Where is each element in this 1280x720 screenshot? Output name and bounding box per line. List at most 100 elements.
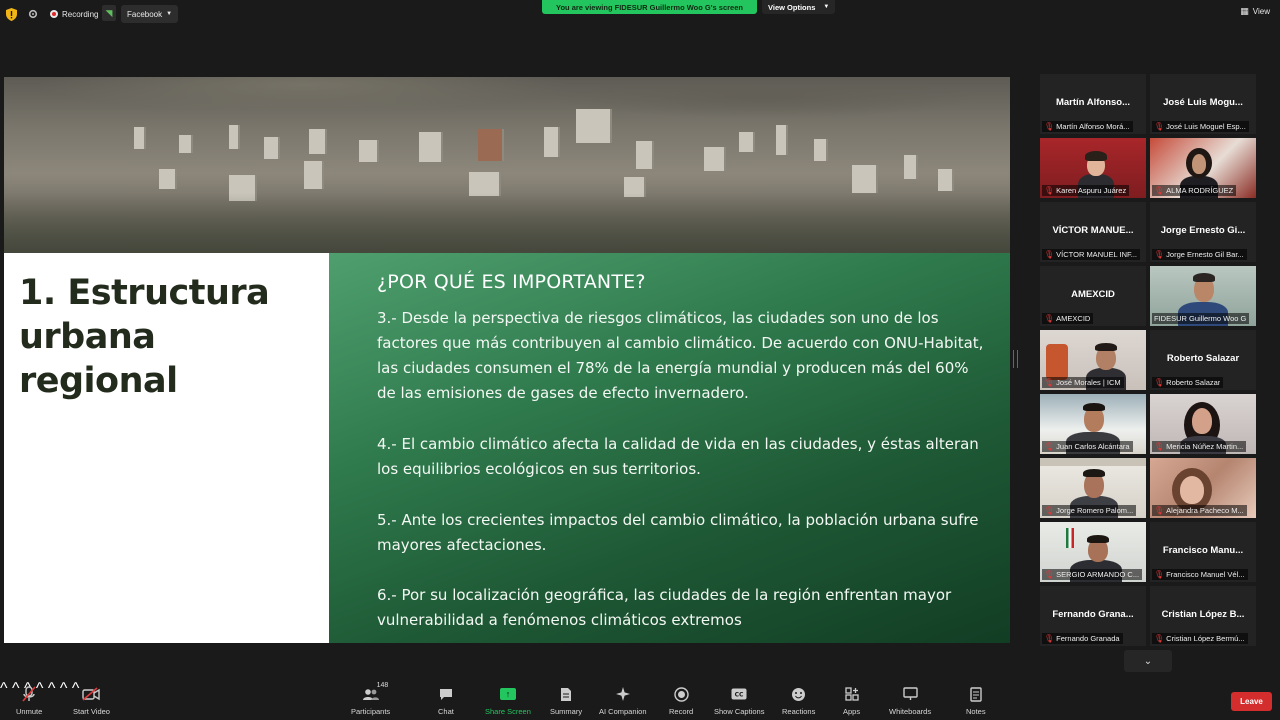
participant-label: FIDESUR Guillermo Woo G [1154, 314, 1247, 323]
participant-tile[interactable]: 🎙 Jorge Romero Palom... [1040, 458, 1146, 518]
captions-caret[interactable]: ^ [60, 680, 68, 697]
participant-label: José Luis Moguel Esp... [1166, 122, 1246, 131]
mic-muted-icon: 🎙 [1044, 250, 1055, 259]
mic-muted-icon: 🎙 [1044, 506, 1055, 515]
start-video-label: Start Video [73, 707, 110, 716]
participant-label: Juan Carlos Alcántara [1056, 442, 1130, 451]
whiteboards-button[interactable]: Whiteboards [889, 686, 931, 716]
participant-label: Jorge Ernesto Gil Bar... [1166, 250, 1244, 259]
mic-muted-icon: 🎙 [1154, 250, 1165, 259]
mic-muted-icon: 🎙 [1044, 634, 1055, 643]
participant-tile-active-speaker[interactable]: FIDESUR Guillermo Woo G [1150, 266, 1256, 326]
gallery-next-page-button[interactable]: ⌄ [1124, 650, 1172, 672]
apps-button[interactable]: Apps [843, 686, 860, 716]
leave-button[interactable]: Leave [1231, 692, 1272, 711]
unmute-label: Unmute [16, 707, 43, 716]
notes-button[interactable]: Notes [966, 686, 986, 716]
slide-title: 1. Estructura urbana regional [19, 273, 270, 401]
record-icon [50, 10, 58, 18]
record-label: Record [669, 707, 694, 716]
share-screen-button[interactable]: ↑ Share Screen [485, 686, 531, 716]
participant-name: Martín Alfonso... [1055, 97, 1131, 108]
participant-name: Roberto Salazar [1166, 353, 1240, 364]
participant-tile[interactable]: Cristian López B... 🎙 Cristian López Berm… [1150, 586, 1256, 646]
share-screen-icon: ↑ [499, 686, 516, 702]
participants-button[interactable]: 148 Participants [351, 682, 390, 716]
reactions-button[interactable]: Reactions [782, 686, 815, 716]
ai-companion-button[interactable]: AI Companion [599, 686, 647, 716]
participant-tile[interactable]: Fernando Grana... 🎙 Fernando Granada [1040, 586, 1146, 646]
participant-name: José Luis Mogu... [1163, 97, 1243, 108]
slide-paragraph: 3.- Desde la perspectiva de riesgos clim… [377, 309, 984, 402]
participant-name: AMEXCID [1071, 289, 1115, 300]
view-label: View [1252, 7, 1270, 16]
shield-icon[interactable] [6, 5, 20, 23]
unmute-button[interactable]: Unmute [16, 686, 42, 716]
participant-tile[interactable]: Francisco Manu... 🎙 Francisco Manuel Vél.… [1150, 522, 1256, 582]
participant-tile[interactable]: Roberto Salazar 🎙 Roberto Salazar [1150, 330, 1256, 390]
participant-label: Fernando Granada [1056, 634, 1120, 643]
view-options-button[interactable]: View Options ▼ [762, 0, 836, 14]
viewing-screen-banner: You are viewing FIDESUR Guillermo Woo G'… [542, 0, 757, 14]
participant-tile[interactable]: 🎙 José Morales | ICM [1040, 330, 1146, 390]
shared-screen-slide: 1. Estructura urbana regional ¿POR QUÉ E… [4, 77, 1010, 643]
participant-tile[interactable]: AMEXCID 🎙 AMEXCID [1040, 266, 1146, 326]
mic-muted-icon: 🎙 [1044, 186, 1055, 195]
slide-heading: ¿POR QUÉ ES IMPORTANTE? [377, 271, 646, 293]
participant-tile[interactable]: 🎙 Alejandra Pacheco M... [1150, 458, 1256, 518]
participant-label: Karen Aspuru Juárez [1056, 186, 1127, 195]
participant-label: Martín Alfonso Morá... [1056, 122, 1130, 131]
gear-icon[interactable] [28, 5, 40, 23]
participant-name: Francisco Manu... [1162, 545, 1244, 556]
audio-options-caret[interactable]: ^ [0, 680, 8, 697]
city-photo [4, 77, 1010, 253]
participant-tile[interactable]: 🎙 Juan Carlos Alcántara [1040, 394, 1146, 454]
mic-muted-icon: 🎙 [1044, 122, 1055, 131]
live-stream-label: Facebook [127, 9, 163, 19]
participant-label: Jorge Romero Palom... [1056, 506, 1134, 515]
share-caret[interactable]: ^ [48, 680, 56, 697]
participant-tile[interactable]: VÍCTOR MANUE... 🎙 VÍCTOR MANUEL INF... [1040, 202, 1146, 262]
mic-muted-icon: 🎙 [1044, 570, 1055, 579]
show-captions-button[interactable]: CC Show Captions [714, 686, 764, 716]
participant-tile[interactable]: Martín Alfonso... 🎙 Martín Alfonso Morá..… [1040, 74, 1146, 134]
live-stream-dropdown[interactable]: Facebook ▼ [121, 5, 179, 23]
participant-tile[interactable]: José Luis Mogu... 🎙 José Luis Moguel Esp.… [1150, 74, 1256, 134]
mic-muted-icon: 🎙 [1154, 186, 1165, 195]
apps-label: Apps [843, 707, 861, 716]
reactions-label: Reactions [782, 707, 816, 716]
participant-tile[interactable]: 🎙 ALMA RODRÍGUEZ [1150, 138, 1256, 198]
participant-tile[interactable]: 🎙 Mericia Núñez Martin... [1150, 394, 1256, 454]
mic-muted-icon: 🎙 [1044, 314, 1055, 323]
participant-name: Jorge Ernesto Gi... [1160, 225, 1246, 236]
slide-paragraph: 5.- Ante los crecientes impactos del cam… [377, 511, 979, 554]
recording-label: Recording [62, 9, 99, 19]
recording-indicator[interactable]: Recording [50, 5, 98, 23]
participant-label: Cristian López Bermú... [1166, 634, 1245, 643]
mic-muted-icon: 🎙 [1044, 378, 1055, 387]
participant-label: Roberto Salazar [1166, 378, 1221, 387]
chat-button[interactable]: Chat [438, 686, 454, 716]
resize-handle[interactable] [1013, 350, 1018, 368]
live-icon[interactable]: ◥ [102, 5, 116, 21]
notes-label: Notes [966, 707, 986, 716]
start-video-button[interactable]: Start Video [73, 686, 110, 716]
participant-tile[interactable]: 🎙 Karen Aspuru Juárez [1040, 138, 1146, 198]
whiteboards-icon [902, 686, 918, 702]
participant-tile[interactable]: 🎙 SERGIO ARMANDO C... [1040, 522, 1146, 582]
participant-label: SERGIO ARMANDO C... [1056, 570, 1140, 579]
meeting-toolbar: Unmute ^ Start Video ^ 148 Participants … [0, 680, 1280, 720]
notes-icon [970, 686, 982, 702]
record-button-icon [673, 686, 689, 702]
participant-label: José Morales | ICM [1056, 378, 1121, 387]
participant-name: VÍCTOR MANUE... [1052, 225, 1134, 236]
captions-icon: CC [731, 686, 747, 702]
participant-tile[interactable]: Jorge Ernesto Gi... 🎙 Jorge Ernesto Gil B… [1150, 202, 1256, 262]
ai-companion-label: AI Companion [599, 707, 647, 716]
view-button[interactable]: ▦ View [1240, 6, 1270, 17]
whiteboards-label: Whiteboards [889, 707, 932, 716]
chevron-down-icon: ⌄ [1143, 655, 1153, 667]
summary-button[interactable]: Summary [550, 686, 582, 716]
record-button[interactable]: Record [669, 686, 693, 716]
mic-muted-icon: 🎙 [1044, 442, 1055, 451]
